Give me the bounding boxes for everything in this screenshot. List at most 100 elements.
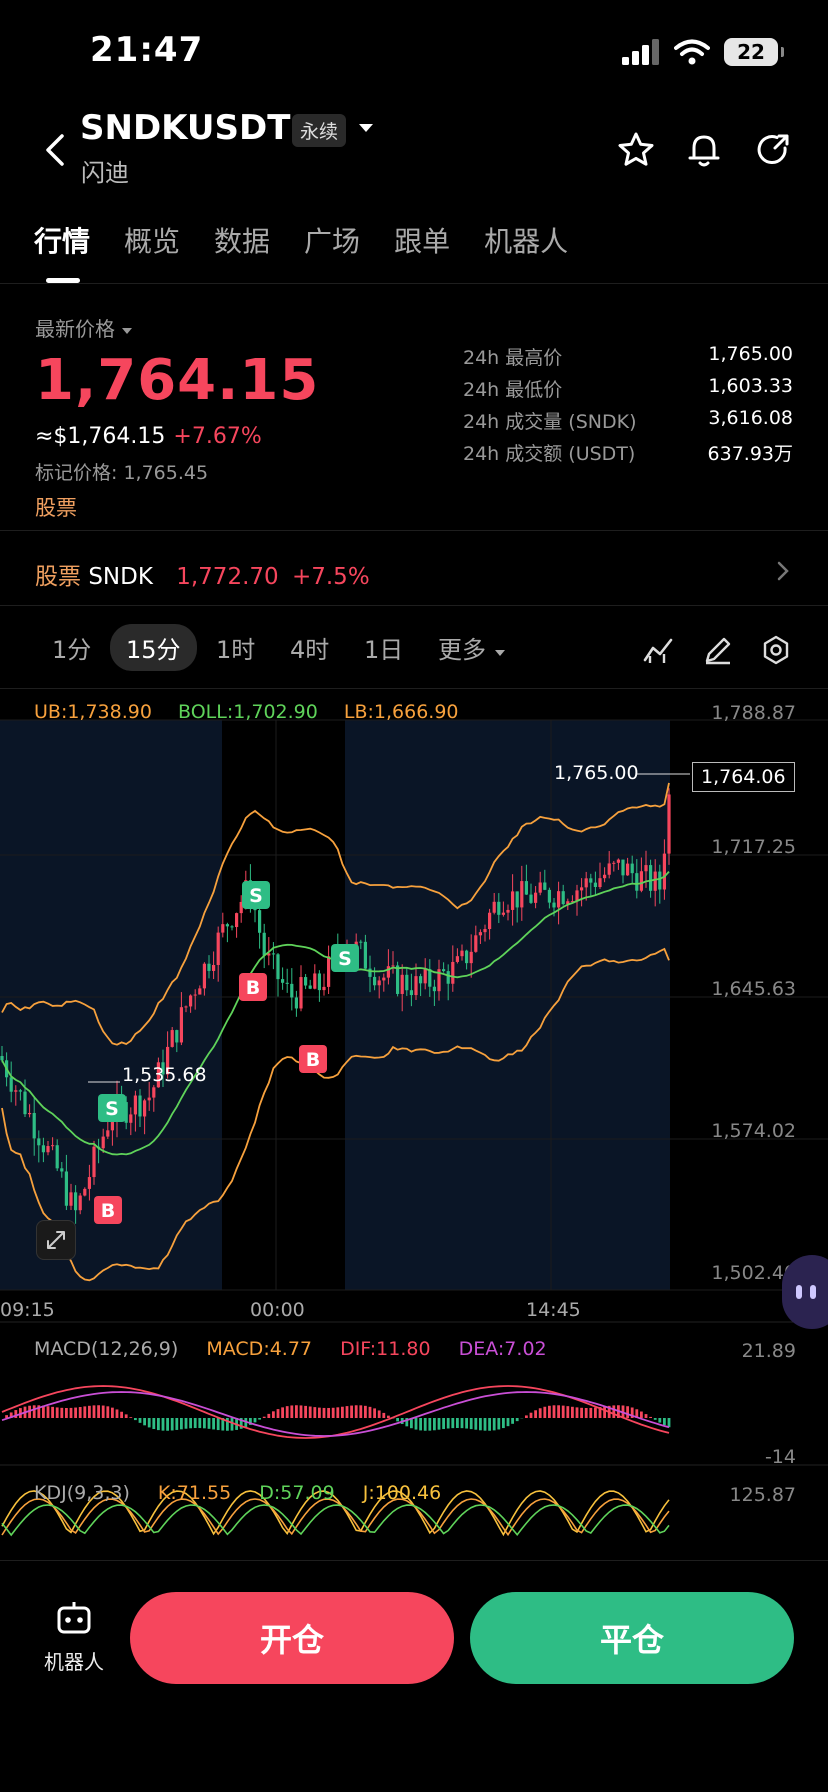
tab-robot[interactable]: 机器人 — [484, 220, 568, 260]
assistant-icon — [796, 1285, 816, 1299]
macd-y-top: 21.89 — [741, 1340, 796, 1362]
bell-icon[interactable] — [684, 130, 724, 170]
macd-bar — [548, 1405, 551, 1418]
macd-bar — [419, 1418, 422, 1431]
candle-body — [133, 1095, 137, 1115]
interval-4h[interactable]: 4时 — [290, 630, 329, 665]
candle-body — [368, 968, 372, 977]
indicator-icon[interactable] — [642, 634, 674, 666]
symbol-title[interactable]: SNDKUSDT — [80, 108, 290, 148]
d-value: D:57.09 — [259, 1482, 335, 1504]
macd-bar — [106, 1406, 110, 1418]
candle-body — [83, 1188, 87, 1196]
lb-value: LB:1,666.90 — [343, 701, 459, 723]
stock-ticker-row[interactable]: 股票 SNDK 1,772.70 +7.5% — [35, 557, 370, 591]
candle-body — [60, 1168, 64, 1172]
candle-body — [593, 882, 597, 888]
star-icon[interactable] — [616, 130, 656, 170]
macd-bar — [667, 1418, 671, 1428]
low-marker: 1,535.68 — [122, 1064, 207, 1086]
macd-bar — [538, 1408, 542, 1418]
candle-body — [207, 963, 211, 971]
kline-chart[interactable]: S S S B B B UB:1,738.90 BOLL:1,702.90 LB:1,66… — [0, 690, 828, 1560]
candle-body — [313, 973, 317, 989]
candle-body — [497, 901, 501, 915]
macd-bar — [170, 1418, 174, 1431]
ticker-label: 股票 — [35, 564, 81, 590]
macd-bar — [198, 1418, 202, 1429]
interval-1m[interactable]: 1分 — [52, 630, 91, 665]
stat-row: 24h 最低价 1,603.33 — [463, 375, 793, 401]
candle-body — [359, 941, 363, 943]
status-time: 21:47 — [90, 30, 204, 70]
interval-1d[interactable]: 1日 — [364, 630, 403, 665]
candle-body — [78, 1195, 82, 1211]
candle-body — [414, 976, 418, 996]
kline-canvas[interactable]: S S S B B B — [0, 690, 828, 1560]
interval-1h[interactable]: 1时 — [216, 630, 255, 665]
candle-body — [400, 974, 404, 994]
candle-body — [32, 1112, 36, 1139]
close-position-button[interactable]: 平仓 — [470, 1592, 794, 1684]
floating-assistant-button[interactable] — [782, 1255, 828, 1329]
latest-price-selector[interactable]: 最新价格 — [35, 313, 133, 342]
macd-bar — [341, 1406, 344, 1418]
macd-bar — [396, 1418, 399, 1422]
macd-bar — [216, 1418, 220, 1431]
robot-entry[interactable]: 机器人 — [34, 1600, 114, 1675]
tab-square[interactable]: 广场 — [304, 220, 360, 260]
d-line — [1, 1504, 670, 1537]
macd-bar — [203, 1418, 206, 1429]
tab-data[interactable]: 数据 — [214, 220, 270, 260]
candle-body — [524, 881, 528, 895]
candle-body — [465, 950, 469, 964]
macd-bar — [446, 1418, 450, 1429]
contract-type-badge: 永续 — [292, 114, 347, 147]
macd-bar — [580, 1407, 583, 1418]
macd-bar — [626, 1406, 629, 1418]
candle-body — [294, 997, 298, 1009]
stock-link[interactable]: 股票 — [35, 492, 77, 522]
macd-bar — [566, 1406, 570, 1418]
fullscreen-icon[interactable] — [36, 1220, 76, 1260]
candle-body — [9, 1077, 13, 1092]
candle-body — [87, 1177, 91, 1189]
candle-body — [515, 891, 519, 908]
symbol-dropdown-icon[interactable] — [358, 122, 374, 134]
candle-body — [451, 961, 455, 984]
svg-text:S: S — [338, 948, 352, 970]
macd-bar — [515, 1418, 519, 1422]
candle-body — [276, 954, 280, 980]
last-price: 1,764.15 — [35, 348, 320, 413]
back-icon[interactable] — [36, 130, 76, 170]
macd-bar — [377, 1410, 381, 1418]
tab-copy-trade[interactable]: 跟单 — [394, 220, 450, 260]
boll-indicators: UB:1,738.90 BOLL:1,702.90 LB:1,666.90 — [34, 701, 459, 723]
macd-bar — [83, 1406, 87, 1418]
macd-bar — [120, 1411, 123, 1418]
chevron-right-icon[interactable] — [776, 560, 790, 582]
tab-market[interactable]: 行情 — [34, 220, 90, 260]
y-axis-label: 1,574.02 — [711, 1120, 796, 1142]
candle-body — [538, 882, 542, 893]
interval-more[interactable]: 更多 — [438, 630, 506, 665]
tab-overview[interactable]: 概览 — [124, 220, 180, 260]
symbol-subname: 闪迪 — [81, 159, 129, 187]
divider — [0, 688, 828, 689]
candle-body — [635, 873, 639, 891]
candle-body — [101, 1136, 105, 1149]
macd-bar — [644, 1414, 648, 1418]
open-position-button[interactable]: 开仓 — [130, 1592, 454, 1684]
current-price-marker[interactable]: 1,764.06 — [692, 762, 795, 792]
settings-icon[interactable] — [760, 634, 792, 666]
candle-body — [649, 865, 653, 891]
macd-bar — [451, 1418, 455, 1429]
share-icon[interactable] — [753, 130, 793, 170]
draw-pen-icon[interactable] — [702, 634, 734, 666]
candle-body — [138, 1095, 142, 1117]
macd-bar — [387, 1415, 390, 1418]
interval-15m[interactable]: 15分 — [110, 624, 197, 671]
macd-bar — [663, 1418, 666, 1426]
candle-body — [492, 901, 496, 913]
candle-body — [561, 891, 565, 905]
